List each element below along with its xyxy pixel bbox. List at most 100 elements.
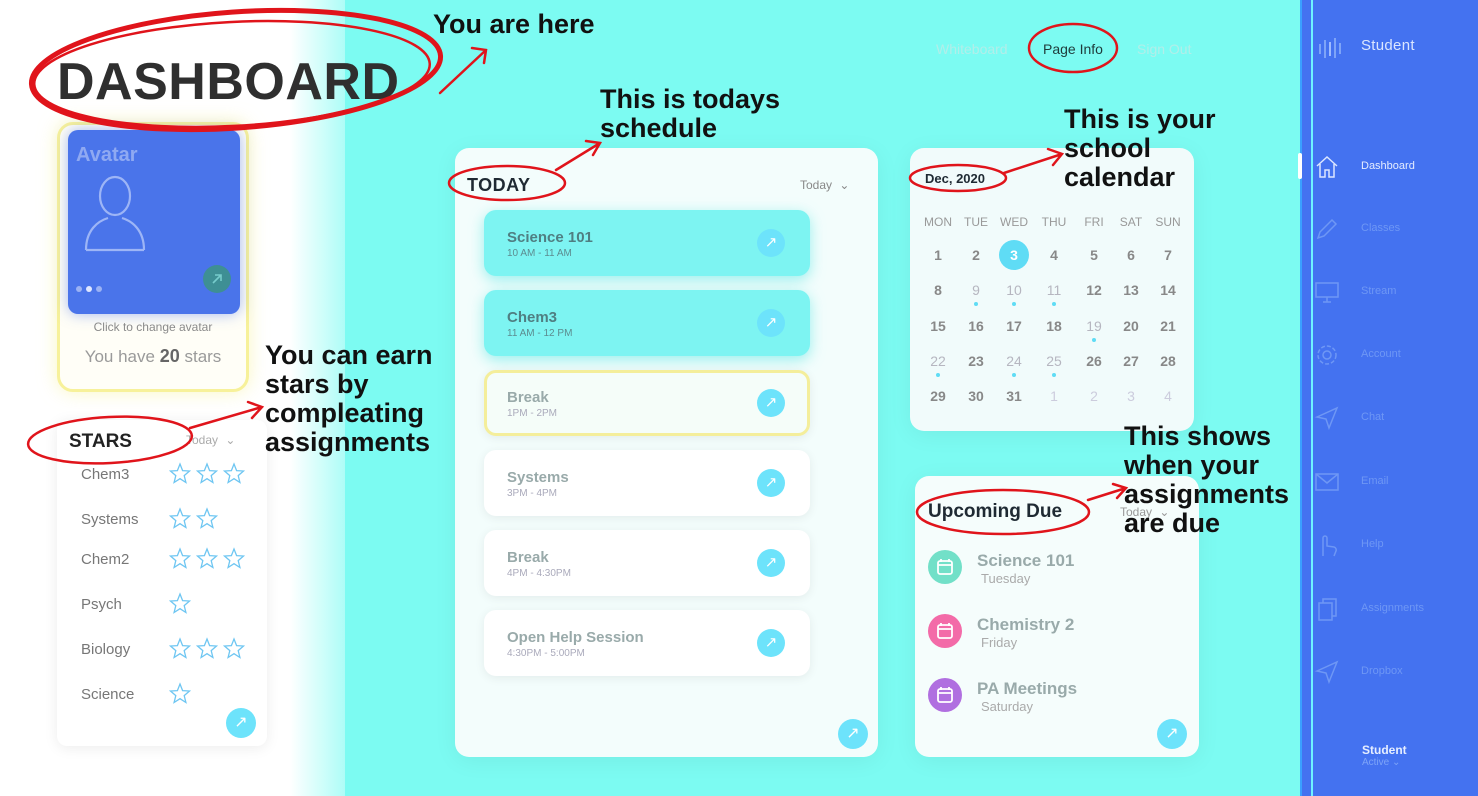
calendar-glyph-icon <box>937 687 953 703</box>
calendar-month[interactable]: Dec, 2020 <box>925 171 985 186</box>
sidebar-item-label: Stream <box>1361 285 1397 297</box>
schedule-item-name: Break <box>507 389 549 406</box>
schedule-item[interactable]: Systems 3PM - 4PM ↗ <box>484 450 810 516</box>
upcoming-open-button[interactable]: ↗ <box>1157 719 1187 749</box>
calendar-day[interactable]: 27 <box>1113 353 1149 369</box>
sidebar-item-classes[interactable]: Classes <box>1312 214 1478 244</box>
schedule-item[interactable]: Chem3 11 AM - 12 PM ↗ <box>484 290 810 356</box>
calendar-day[interactable]: 29 <box>920 388 956 404</box>
calendar-day[interactable]: 2 <box>1076 388 1112 404</box>
calendar-day[interactable]: 30 <box>958 388 994 404</box>
calendar-day[interactable]: 17 <box>996 318 1032 334</box>
nav-page-info[interactable]: Page Info <box>1043 41 1103 57</box>
schedule-item[interactable]: Science 101 10 AM - 11 AM ↗ <box>484 210 810 276</box>
arrow-up-right-icon[interactable]: ↗ <box>757 229 785 257</box>
arrow-up-right-icon <box>212 274 222 284</box>
calendar-day[interactable]: 20 <box>1113 318 1149 334</box>
calendar-day[interactable]: 1 <box>1036 388 1072 404</box>
calendar-day[interactable]: 5 <box>1076 247 1112 263</box>
schedule-item[interactable]: Break 4PM - 4:30PM ↗ <box>484 530 810 596</box>
arrow-up-right-icon[interactable]: ↗ <box>757 549 785 577</box>
calendar-day[interactable]: 26 <box>1076 353 1112 369</box>
calendar-day[interactable]: 15 <box>920 318 956 334</box>
calendar-day[interactable]: 8 <box>920 282 956 298</box>
calendar-day[interactable]: 4 <box>1150 388 1186 404</box>
calendar-day[interactable]: 3 <box>996 247 1032 263</box>
schedule-item-time: 10 AM - 11 AM <box>507 248 572 259</box>
calendar-day[interactable]: 19 <box>1076 318 1112 334</box>
change-avatar-link[interactable]: Click to change avatar <box>57 320 249 334</box>
sidebar-item-dashboard[interactable]: Dashboard <box>1312 152 1478 182</box>
sidebar-item-account[interactable]: Account <box>1312 340 1478 370</box>
upcoming-item-name[interactable]: Chemistry 2 <box>977 615 1074 635</box>
schedule-filter-dropdown[interactable]: Today ⌄ <box>800 178 849 192</box>
calendar-day[interactable]: 14 <box>1150 282 1186 298</box>
stars-open-button[interactable]: ↗ <box>226 708 256 738</box>
sidebar-item-assignments[interactable]: Assignments <box>1312 594 1478 624</box>
calendar-day[interactable]: 2 <box>958 247 994 263</box>
star-icon <box>168 637 192 659</box>
user-silhouette-icon <box>84 175 146 252</box>
calendar-day[interactable]: 3 <box>1113 388 1149 404</box>
arrow-up-right-icon[interactable]: ↗ <box>757 389 785 417</box>
arrow-up-right-icon[interactable]: ↗ <box>757 309 785 337</box>
schedule-item-time: 11 AM - 12 PM <box>507 328 573 339</box>
sidebar-item-dropbox[interactable]: Dropbox <box>1312 657 1478 687</box>
sidebar-item-chat[interactable]: Chat <box>1312 403 1478 433</box>
calendar-day[interactable]: 23 <box>958 353 994 369</box>
sidebar-title: Student <box>1361 37 1415 54</box>
upcoming-item-name[interactable]: Science 101 <box>977 551 1074 571</box>
upcoming-item-name[interactable]: PA Meetings <box>977 679 1077 699</box>
star-icon <box>222 547 246 569</box>
calendar-day[interactable]: 24 <box>996 353 1032 369</box>
carousel-dot[interactable] <box>76 286 82 292</box>
sidebar-item-label: Dashboard <box>1361 160 1415 172</box>
sidebar-user-name[interactable]: Student <box>1362 743 1407 757</box>
stars-filter-dropdown[interactable]: Today ⌄ <box>186 433 235 447</box>
schedule-item-name: Open Help Session <box>507 629 644 646</box>
calendar-day[interactable]: 18 <box>1036 318 1072 334</box>
carousel-dot[interactable] <box>96 286 102 292</box>
calendar-day[interactable]: 13 <box>1113 282 1149 298</box>
calendar-day[interactable]: 25 <box>1036 353 1072 369</box>
nav-whiteboard[interactable]: Whiteboard <box>936 41 1008 57</box>
calendar-day[interactable]: 12 <box>1076 282 1112 298</box>
star-count-prefix: You have <box>84 347 155 366</box>
calendar-day[interactable]: 28 <box>1150 353 1186 369</box>
calendar-glyph-icon <box>937 559 953 575</box>
calendar-day[interactable]: 4 <box>1036 247 1072 263</box>
arrow-up-right-icon[interactable]: ↗ <box>757 469 785 497</box>
upcoming-item-day: Friday <box>981 635 1018 650</box>
star-icon <box>222 462 246 484</box>
avatar-open-button[interactable] <box>203 265 231 293</box>
send-icon <box>1314 660 1339 685</box>
arrow-up-right-icon[interactable]: ↗ <box>757 629 785 657</box>
nav-sign-out[interactable]: Sign Out <box>1137 41 1191 57</box>
calendar-day[interactable]: 21 <box>1150 318 1186 334</box>
carousel-dot[interactable] <box>86 286 92 292</box>
schedule-item-time: 1PM - 2PM <box>507 408 558 419</box>
sidebar-item-label: Help <box>1361 538 1384 550</box>
calendar-day[interactable]: 10 <box>996 282 1032 298</box>
upcoming-title: Upcoming Due <box>928 501 1063 522</box>
sidebar-item-stream[interactable]: Stream <box>1312 277 1478 307</box>
schedule-item[interactable]: Open Help Session 4:30PM - 5:00PM ↗ <box>484 610 810 676</box>
calendar-day[interactable]: 11 <box>1036 282 1072 298</box>
pencil-icon <box>1316 218 1338 240</box>
calendar-day[interactable]: 9 <box>958 282 994 298</box>
calendar-day[interactable]: 16 <box>958 318 994 334</box>
schedule-item[interactable]: Break 1PM - 2PM ↗ <box>484 370 810 436</box>
arrow-up-right-icon: ↗ <box>234 714 248 731</box>
calendar-day[interactable]: 31 <box>996 388 1032 404</box>
calendar-day[interactable]: 7 <box>1150 247 1186 263</box>
sidebar-item-help[interactable]: Help <box>1312 530 1478 560</box>
star-icon <box>222 637 246 659</box>
schedule-open-button[interactable]: ↗ <box>838 719 868 749</box>
calendar-day[interactable]: 6 <box>1113 247 1149 263</box>
sidebar-user-status[interactable]: Active ⌄ <box>1362 757 1400 768</box>
sidebar-item-label: Chat <box>1361 411 1385 423</box>
calendar-day[interactable]: 22 <box>920 353 956 369</box>
calendar-day[interactable]: 1 <box>920 247 956 263</box>
schedule-title: TODAY <box>467 175 531 195</box>
sidebar-item-email[interactable]: Email <box>1312 467 1478 497</box>
